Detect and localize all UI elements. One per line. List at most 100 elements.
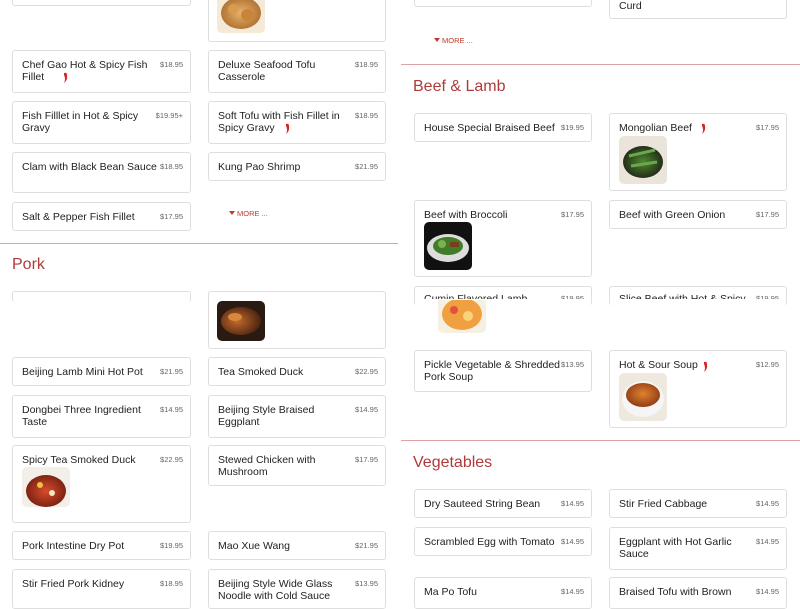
menu-item-card[interactable]: Clam with Black Bean Sauce $18.95: [12, 152, 191, 193]
menu-item-card[interactable]: Fish Filllet in Hot & Spicy Gravy $19.95…: [12, 101, 191, 144]
menu-item-name: Pork Intestine Dry Pot: [22, 540, 125, 552]
menu-item-name: Stir Fried Cabbage: [619, 498, 708, 510]
left-menu-column: Chef Gao Hot & Spicy Fish Fillet $18.95 …: [0, 0, 400, 609]
menu-item-name: Beef with Green Onion: [619, 209, 726, 221]
menu-item-card[interactable]: Eggplant with Hot Garlic Sauce $14.95: [609, 527, 787, 570]
menu-item-price: $18.95: [355, 60, 378, 69]
menu-item-name: Fish Filllet in Hot & Spicy Gravy: [22, 110, 139, 134]
menu-item-card[interactable]: Soft Tofu with Fish Fillet in Spicy Grav…: [208, 101, 386, 144]
menu-item-card[interactable]: Braised Tofu with Brown $14.95: [609, 577, 787, 609]
menu-item-name: Spicy Tea Smoked Duck: [22, 454, 136, 466]
menu-item-card[interactable]: [414, 0, 592, 7]
menu-item-card[interactable]: Tea Smoked Duck $22.95: [208, 357, 386, 386]
menu-item-card[interactable]: Beef with Green Onion $17.95: [609, 200, 787, 229]
menu-item-card[interactable]: Stir Fried Cabbage $14.95: [609, 489, 787, 518]
menu-item-name: Kung Pao Shrimp: [218, 161, 301, 173]
menu-item-price: $17.95: [355, 455, 378, 464]
menu-item-card[interactable]: Hot & Sour Soup $12.95: [609, 350, 787, 428]
menu-item-price: $18.95: [160, 579, 183, 588]
menu-item-price: $19.95: [160, 541, 183, 550]
section-divider: [401, 64, 800, 65]
menu-item-price: $21.95: [355, 541, 378, 550]
menu-item-name: Braised Tofu with Brown: [619, 586, 732, 598]
menu-item-price: $14.95: [160, 405, 183, 414]
menu-item-name: Pickle Vegetable & Shredded Pork Soup: [424, 359, 561, 383]
menu-item-price: $14.95: [756, 587, 779, 596]
menu-item-card[interactable]: [12, 0, 191, 6]
menu-item-price: $14.95: [756, 499, 779, 508]
menu-item-price: $12.95: [756, 360, 779, 369]
menu-item-name: Beef with Broccoli: [424, 209, 508, 221]
more-link[interactable]: MORE ...: [229, 209, 268, 218]
dish-photo: [217, 301, 265, 341]
menu-item-name: Slice Beef with Hot & Spicy: [619, 293, 746, 305]
menu-item-card[interactable]: Salt & Pepper Fish Fillet $17.95: [12, 202, 191, 231]
menu-item-card[interactable]: Dongbei Three Ingredient Taste $14.95: [12, 395, 191, 438]
menu-item-name: Salt & Pepper Fish Fillet: [22, 211, 135, 223]
menu-item-card[interactable]: House Special Braised Beef $19.95: [414, 113, 592, 142]
menu-item-card[interactable]: Beijing Style Braised Eggplant $14.95: [208, 395, 386, 438]
menu-item-price: $14.95: [756, 537, 779, 546]
menu-item-price: $14.95: [561, 587, 584, 596]
menu-item-card[interactable]: [208, 291, 386, 349]
menu-item-name: House Special Braised Beef: [424, 122, 555, 134]
menu-item-card[interactable]: Deluxe Seafood Tofu Casserole $18.95: [208, 50, 386, 93]
menu-item-price: $21.95: [355, 162, 378, 171]
menu-item-card[interactable]: Pork Intestine Dry Pot $19.95: [12, 531, 191, 560]
spicy-pepper-icon: [64, 72, 68, 83]
caret-down-icon: [229, 211, 235, 215]
menu-item-card[interactable]: Stewed Chicken with Mushroom $17.95: [208, 445, 386, 486]
menu-item-price: $19.95: [756, 294, 779, 303]
menu-item-card[interactable]: [12, 291, 191, 302]
caret-down-icon: [434, 38, 440, 42]
dish-photo: [424, 222, 472, 270]
section-divider: [401, 440, 800, 441]
dish-photo: [22, 467, 70, 507]
menu-item-price: $22.95: [160, 455, 183, 464]
more-link[interactable]: MORE ...: [434, 36, 473, 45]
menu-item-price: $14.95: [355, 405, 378, 414]
menu-item-name: Beijing Style Wide Glass Noodle with Col…: [218, 578, 333, 602]
menu-item-card[interactable]: Slice Beef with Hot & Spicy $19.95: [609, 286, 787, 305]
menu-item-name: Beijing Style Braised Eggplant: [218, 404, 315, 428]
menu-item-card[interactable]: Mongolian Beef $17.95: [609, 113, 787, 191]
menu-item-card[interactable]: Spicy Tea Smoked Duck $22.95: [12, 445, 191, 523]
spicy-pepper-icon: [704, 361, 708, 372]
menu-item-name: Ma Po Tofu: [424, 586, 477, 598]
menu-item-card[interactable]: Ma Po Tofu $14.95: [414, 577, 592, 609]
more-link-label: MORE ...: [442, 36, 473, 45]
menu-item-price: $17.95: [160, 212, 183, 221]
menu-item-price: $14.95: [561, 537, 584, 546]
menu-item-price: $17.95: [561, 210, 584, 219]
menu-item-price: $18.95: [160, 60, 183, 69]
menu-item-name: Stewed Chicken with Mushroom: [218, 454, 316, 478]
more-link-label: MORE ...: [237, 209, 268, 218]
menu-item-name: Beijing Lamb Mini Hot Pot: [22, 366, 143, 378]
menu-item-price: $17.95: [756, 123, 779, 132]
menu-item-name: Dongbei Three Ingredient Taste: [22, 404, 141, 428]
menu-item-name: Hot & Sour Soup: [619, 359, 698, 371]
menu-item-card[interactable]: Dry Sauteed String Bean $14.95: [414, 489, 592, 518]
menu-item-card[interactable]: Pickle Vegetable & Shredded Pork Soup $1…: [414, 350, 592, 392]
section-divider: [0, 243, 398, 244]
menu-item-price: $14.95: [561, 499, 584, 508]
menu-item-name: Mongolian Beef: [619, 122, 692, 134]
menu-item-card[interactable]: [208, 0, 386, 42]
menu-item-card[interactable]: Curd: [609, 0, 787, 19]
menu-item-name: Clam with Black Bean Sauce: [22, 161, 157, 173]
menu-item-card[interactable]: Chef Gao Hot & Spicy Fish Fillet $18.95: [12, 50, 191, 93]
dish-photo: [438, 300, 486, 333]
menu-item-card[interactable]: Kung Pao Shrimp $21.95: [208, 152, 386, 181]
menu-item-price: $22.95: [355, 367, 378, 376]
menu-item-card[interactable]: Mao Xue Wang $21.95: [208, 531, 386, 560]
menu-item-price: $21.95: [160, 367, 183, 376]
menu-item-price: $13.95: [561, 360, 584, 369]
menu-item-name: Dry Sauteed String Bean: [424, 498, 541, 510]
menu-item-card[interactable]: Beef with Broccoli $17.95: [414, 200, 592, 277]
menu-item-card[interactable]: Stir Fried Pork Kidney $18.95: [12, 569, 191, 609]
menu-item-card[interactable]: Beijing Style Wide Glass Noodle with Col…: [208, 569, 386, 609]
menu-item-card[interactable]: Scrambled Egg with Tomato $14.95: [414, 527, 592, 556]
dish-photo: [619, 373, 667, 421]
menu-item-card[interactable]: Beijing Lamb Mini Hot Pot $21.95: [12, 357, 191, 386]
right-menu-column: Curd MORE ... Beef & Lamb House Special …: [400, 0, 800, 609]
